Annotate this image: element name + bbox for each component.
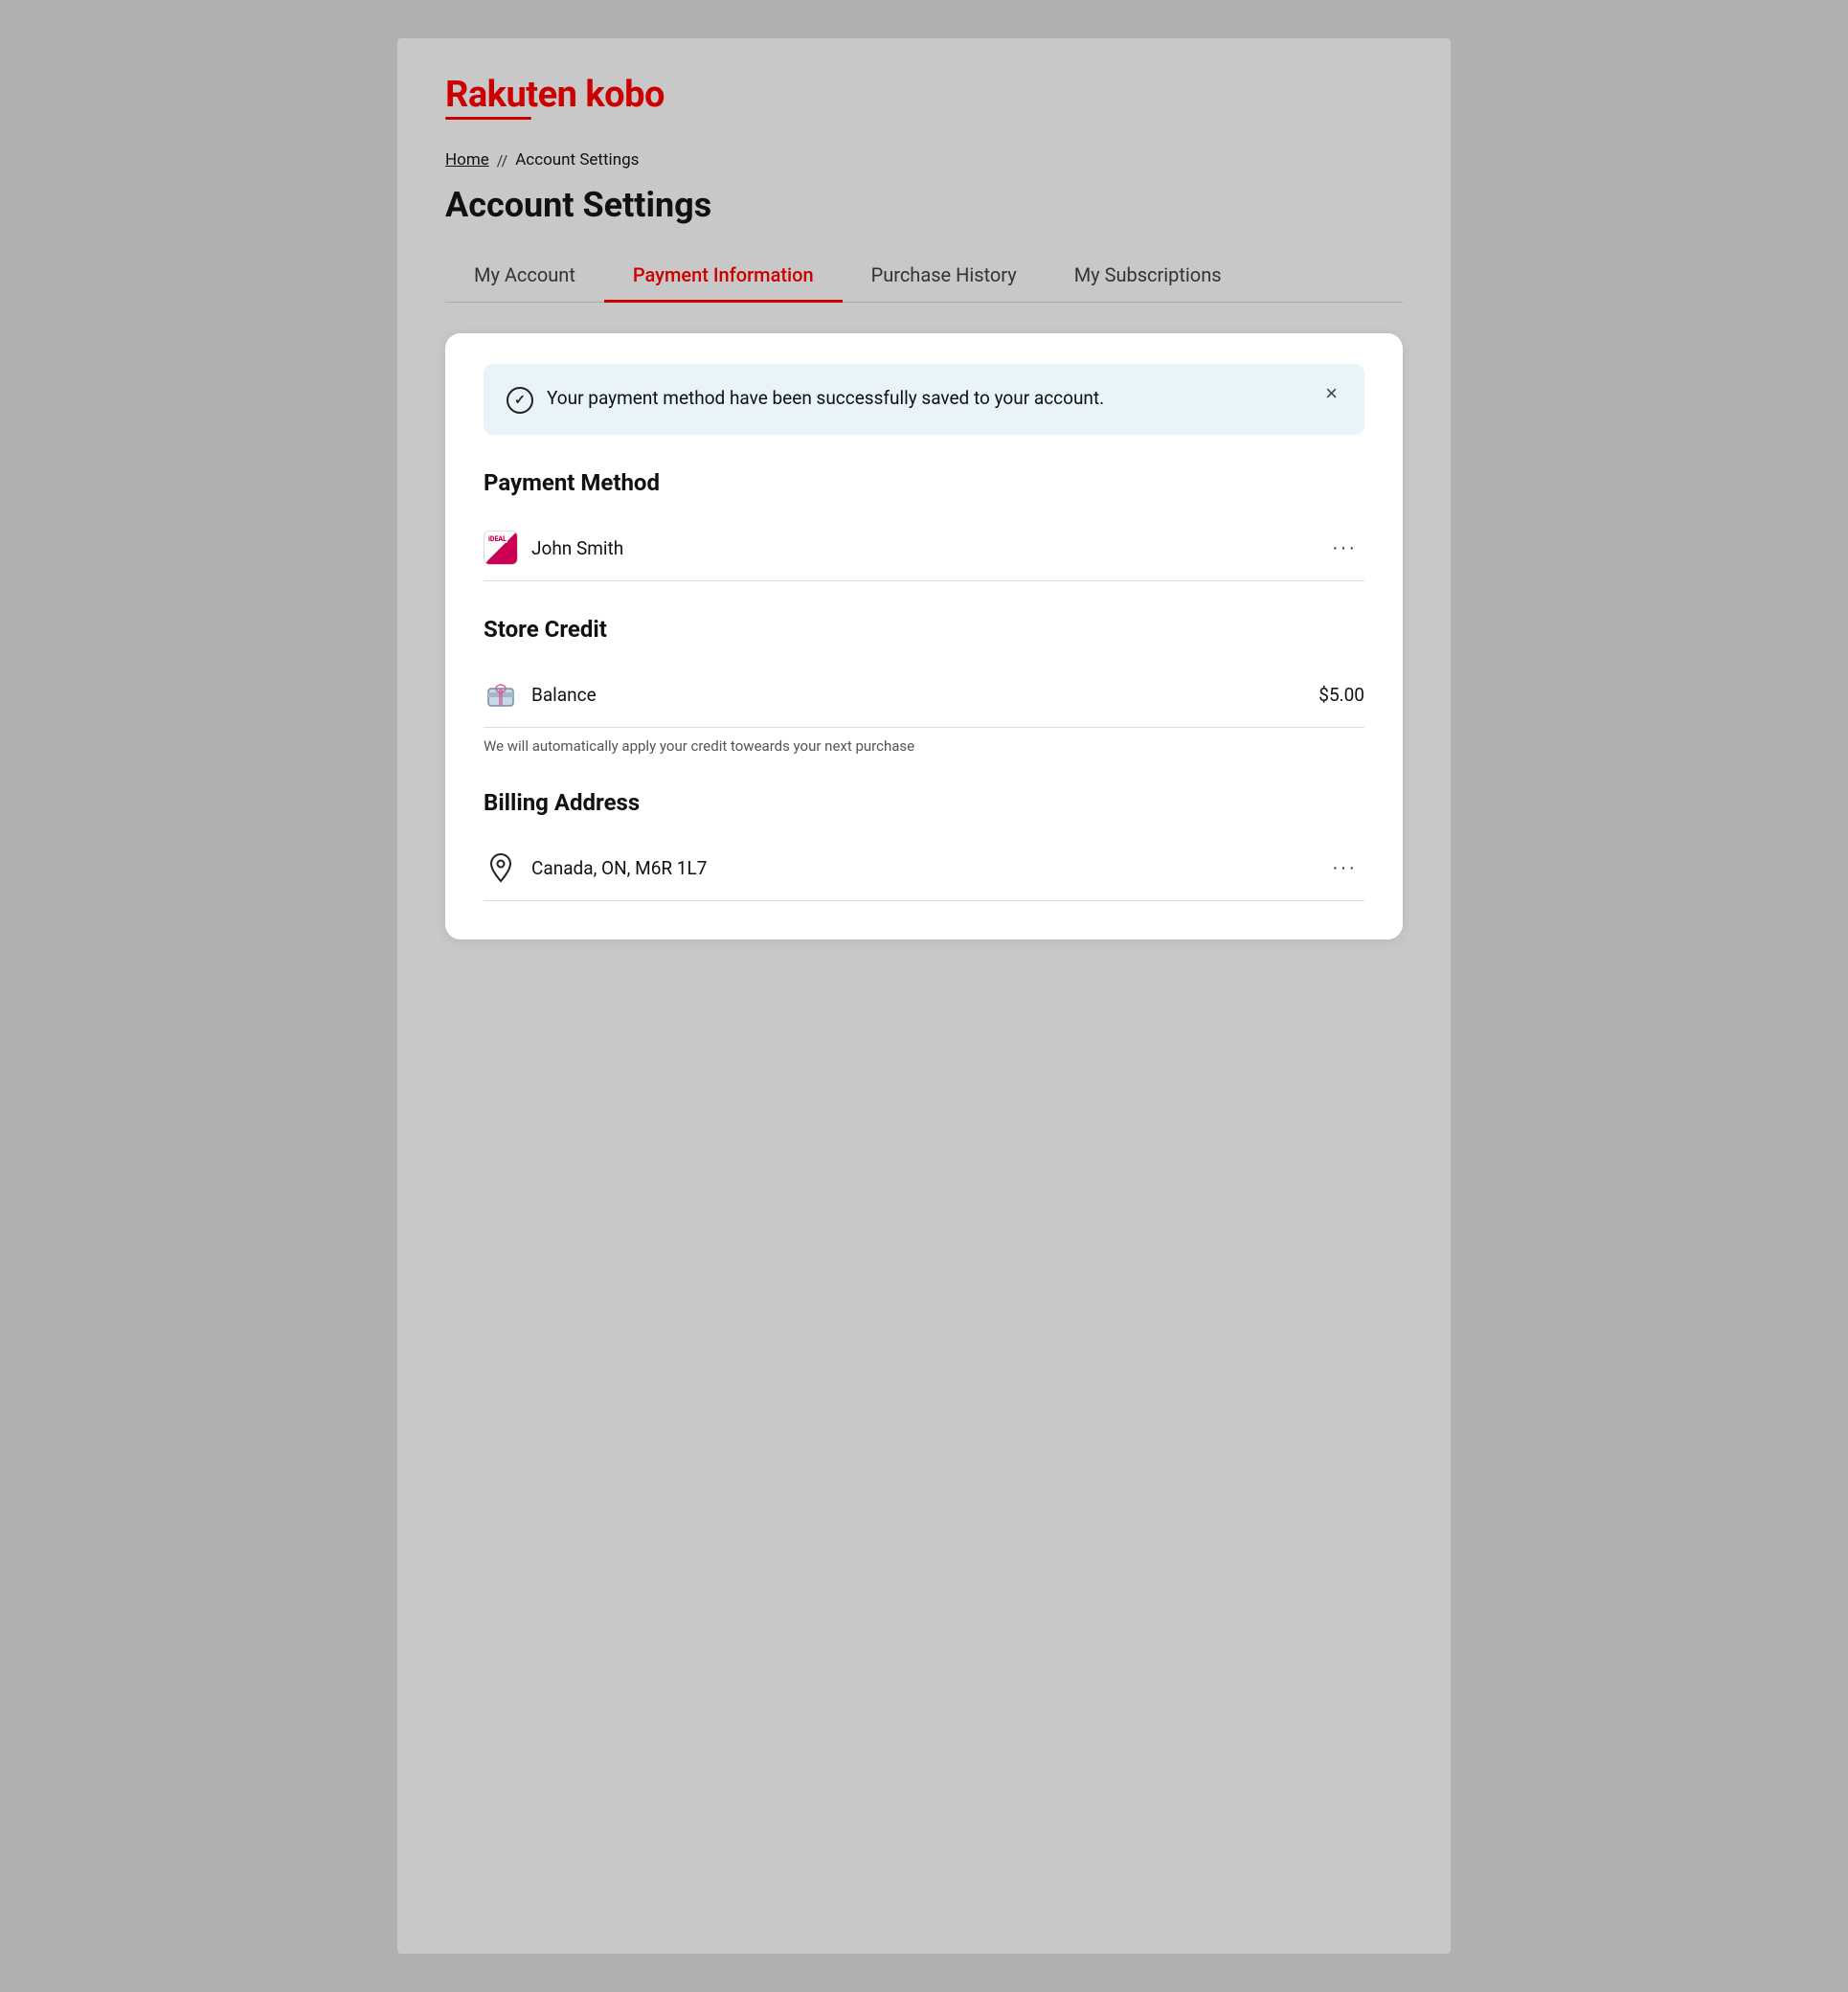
notification-close-button[interactable]: × — [1321, 383, 1341, 404]
billing-address-title: Billing Address — [484, 789, 1364, 816]
store-credit-item: Balance $5.00 — [484, 662, 1364, 728]
notification-message: Your payment method have been successful… — [547, 385, 1104, 413]
logo: Rakuten kobo — [445, 77, 1403, 120]
page-container: Rakuten kobo Home // Account Settings Ac… — [397, 38, 1451, 1954]
payment-method-title: Payment Method — [484, 469, 1364, 496]
logo-underline — [445, 117, 531, 120]
payment-method-left: iDEAL John Smith — [484, 531, 623, 565]
store-credit-title: Store Credit — [484, 616, 1364, 643]
ideal-payment-icon: iDEAL — [484, 531, 518, 565]
store-credit-icon — [484, 677, 518, 712]
billing-address-more-button[interactable]: ··· — [1324, 853, 1364, 883]
tab-payment-information[interactable]: Payment Information — [604, 252, 843, 303]
breadcrumb-home-link[interactable]: Home — [445, 150, 489, 170]
content-card: Your payment method have been successful… — [445, 333, 1403, 939]
breadcrumb-current: Account Settings — [515, 150, 639, 170]
notification-left: Your payment method have been successful… — [507, 385, 1104, 414]
success-notification: Your payment method have been successful… — [484, 364, 1364, 435]
payment-method-name: John Smith — [531, 537, 623, 559]
billing-address-item: Canada, ON, M6R 1L7 ··· — [484, 835, 1364, 901]
tab-purchase-history[interactable]: Purchase History — [843, 252, 1046, 303]
location-pin-icon — [484, 850, 518, 885]
payment-method-more-button[interactable]: ··· — [1324, 533, 1364, 563]
logo-text: Rakuten kobo — [445, 77, 1403, 113]
payment-method-section: Payment Method iDEAL John Smith ··· — [484, 469, 1364, 581]
tab-my-subscriptions[interactable]: My Subscriptions — [1046, 252, 1251, 303]
page-title: Account Settings — [445, 185, 1403, 225]
store-credit-label: Balance — [531, 684, 597, 706]
tab-my-account[interactable]: My Account — [445, 252, 604, 303]
ideal-inner: iDEAL — [485, 532, 517, 564]
store-credit-left: Balance — [484, 677, 597, 712]
ideal-label-text: iDEAL — [487, 535, 507, 543]
payment-method-item: iDEAL John Smith ··· — [484, 515, 1364, 581]
billing-address-section: Billing Address Canada, ON, M6R 1L7 ··· — [484, 789, 1364, 901]
store-credit-section: Store Credit — [484, 616, 1364, 755]
tabs-nav: My Account Payment Information Purchase … — [445, 252, 1403, 303]
store-credit-note: We will automatically apply your credit … — [484, 737, 1364, 755]
billing-address-left: Canada, ON, M6R 1L7 — [484, 850, 707, 885]
breadcrumb: Home // Account Settings — [445, 150, 1403, 170]
billing-address-text: Canada, ON, M6R 1L7 — [531, 857, 707, 879]
success-check-icon — [507, 387, 533, 414]
store-credit-value: $5.00 — [1318, 684, 1364, 706]
breadcrumb-separator: // — [497, 151, 507, 170]
